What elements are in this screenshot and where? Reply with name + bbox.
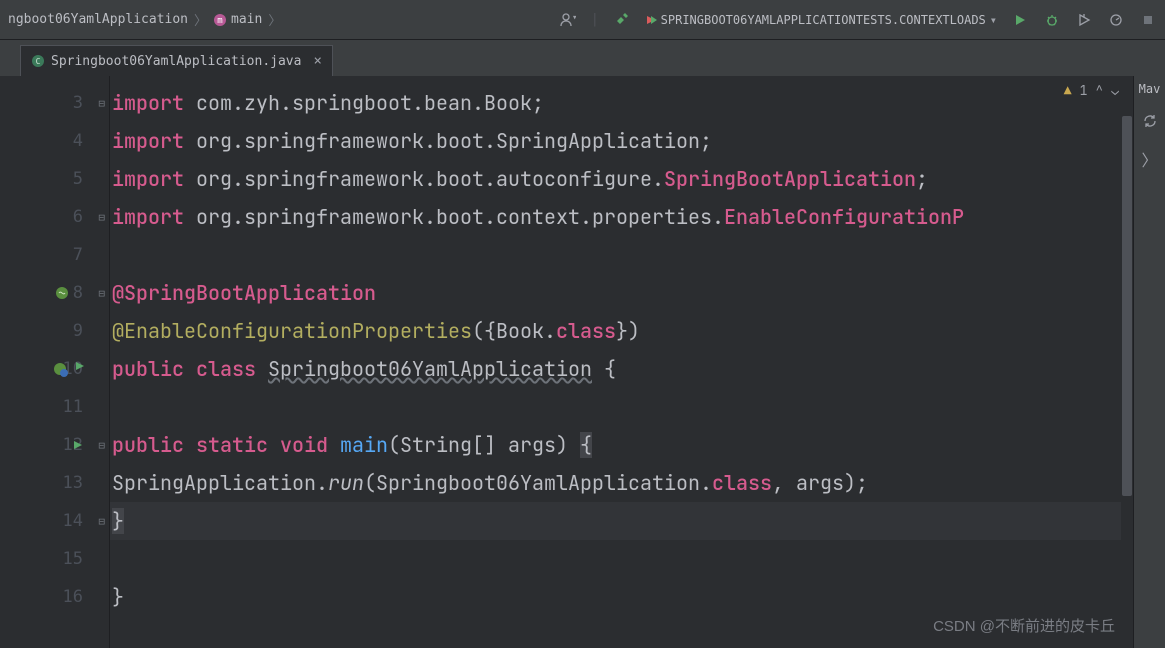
method-icon: m [213,13,227,27]
debug-button[interactable] [1043,11,1061,29]
refresh-icon[interactable] [1141,112,1159,130]
chevron-right-icon: 〉 [194,10,207,29]
tab-label: Springboot06YamlApplication.java [51,54,301,69]
config-icon [645,14,657,26]
line-number: 7 [73,245,83,265]
fold-icon[interactable]: ⊟ [98,515,105,528]
line-number: 8 [73,283,83,303]
svg-text:m: m [217,16,222,26]
line-number: 4 [73,131,83,151]
java-class-icon: C [31,54,45,68]
inspection-widget[interactable]: ▲ 1 ^ ⌄ [1064,82,1119,99]
chevron-up-icon[interactable]: ^ [1095,82,1103,99]
gutter: 3⊟ 4 5 6⊟ 7 8 ⊟ 9 10 11 12 ⊟ 13 14⊟ [0,76,110,648]
line-number: 14 [63,511,83,531]
hammer-icon[interactable] [613,11,631,29]
vertical-scrollbar[interactable] [1121,76,1133,648]
run-configuration-selector[interactable]: SPRINGBOOT06YAMLAPPLICATIONTESTS.CONTEXT… [645,13,997,27]
profile-button[interactable] [1107,11,1125,29]
chevron-right-icon[interactable]: 〉 [1141,150,1159,168]
svg-text:C: C [36,57,41,66]
line-number: 13 [63,473,83,493]
fold-icon[interactable]: ⊟ [98,287,105,300]
run-button[interactable] [1011,11,1029,29]
warning-count: 1 [1080,82,1088,99]
run-config-label: SPRINGBOOT06YAMLAPPLICATIONTESTS.CONTEXT… [661,13,986,27]
line-number: 3 [73,93,83,113]
breadcrumb-item[interactable]: ngboot06YamlApplication [8,12,188,27]
run-class-icon[interactable] [54,360,86,378]
maven-tool-label[interactable]: Mav [1139,82,1161,96]
line-number: 5 [73,169,83,189]
editor-tab-bar: C Springboot06YamlApplication.java × [0,40,1165,76]
watermark: CSDN @不断前进的皮卡丘 [933,615,1115,636]
toolbar-actions: ▾ | SPRINGBOOT06YAMLAPPLICATIONTESTS.CON… [559,11,1157,29]
line-number: 15 [63,549,83,569]
fold-icon[interactable]: ⊟ [98,439,105,452]
breadcrumb[interactable]: ngboot06YamlApplication 〉 m main 〉 [8,10,283,29]
svg-text:▾: ▾ [572,13,576,23]
scrollbar-thumb[interactable] [1122,116,1132,496]
chevron-right-icon: 〉 [268,10,281,29]
fold-icon[interactable]: ⊟ [98,97,105,110]
bean-icon[interactable] [54,284,72,302]
line-number: 16 [63,587,83,607]
line-number: 6 [73,207,83,227]
editor-main: 3⊟ 4 5 6⊟ 7 8 ⊟ 9 10 11 12 ⊟ 13 14⊟ [0,76,1165,648]
chevron-down-icon[interactable]: ⌄ [1111,82,1119,99]
line-number: 11 [63,397,83,417]
dropdown-arrow-icon: ▾ [990,13,997,27]
fold-icon[interactable]: ⊟ [98,211,105,224]
add-user-icon[interactable]: ▾ [559,11,577,29]
close-icon[interactable]: × [313,53,321,69]
stop-button[interactable] [1139,11,1157,29]
warning-icon: ▲ [1064,82,1072,99]
run-method-icon[interactable] [72,439,84,451]
editor-tab[interactable]: C Springboot06YamlApplication.java × [20,45,333,76]
line-number: 9 [73,321,83,341]
breadcrumb-item[interactable]: main [231,12,262,27]
coverage-button[interactable] [1075,11,1093,29]
top-toolbar: ngboot06YamlApplication 〉 m main 〉 ▾ | S… [0,0,1165,40]
right-tool-panel: Mav 〉 [1133,76,1165,648]
code-editor[interactable]: 3⊟ 4 5 6⊟ 7 8 ⊟ 9 10 11 12 ⊟ 13 14⊟ [0,76,1133,648]
code-content[interactable]: ▲ 1 ^ ⌄ import com.zyh.springboot.bean.B… [110,76,1133,648]
